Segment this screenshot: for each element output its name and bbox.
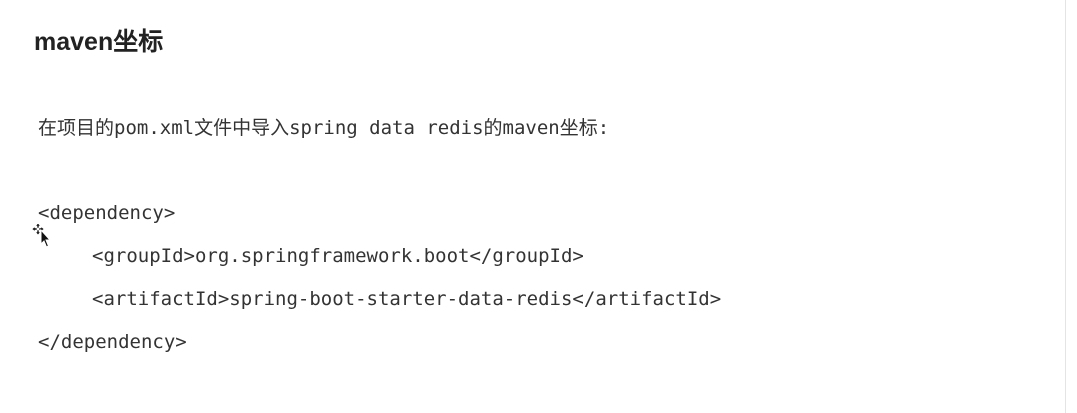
move-cursor-icon <box>32 222 52 248</box>
code-line-dependency-open: <dependency> <box>38 202 176 224</box>
document-page: maven坐标 在项目的pom.xml文件中导入spring data redi… <box>0 0 1077 413</box>
code-block: <dependency> <groupId>org.springframewor… <box>38 198 721 370</box>
code-line-artifactid: <artifactId>spring-boot-starter-data-red… <box>92 288 722 310</box>
code-line-dependency-close: </dependency> <box>38 331 187 353</box>
code-line-groupid: <groupId>org.springframework.boot</group… <box>92 245 584 267</box>
intro-paragraph: 在项目的pom.xml文件中导入spring data redis的maven坐… <box>38 117 610 139</box>
page-right-border <box>1065 0 1066 413</box>
section-heading: maven坐标 <box>34 28 164 56</box>
